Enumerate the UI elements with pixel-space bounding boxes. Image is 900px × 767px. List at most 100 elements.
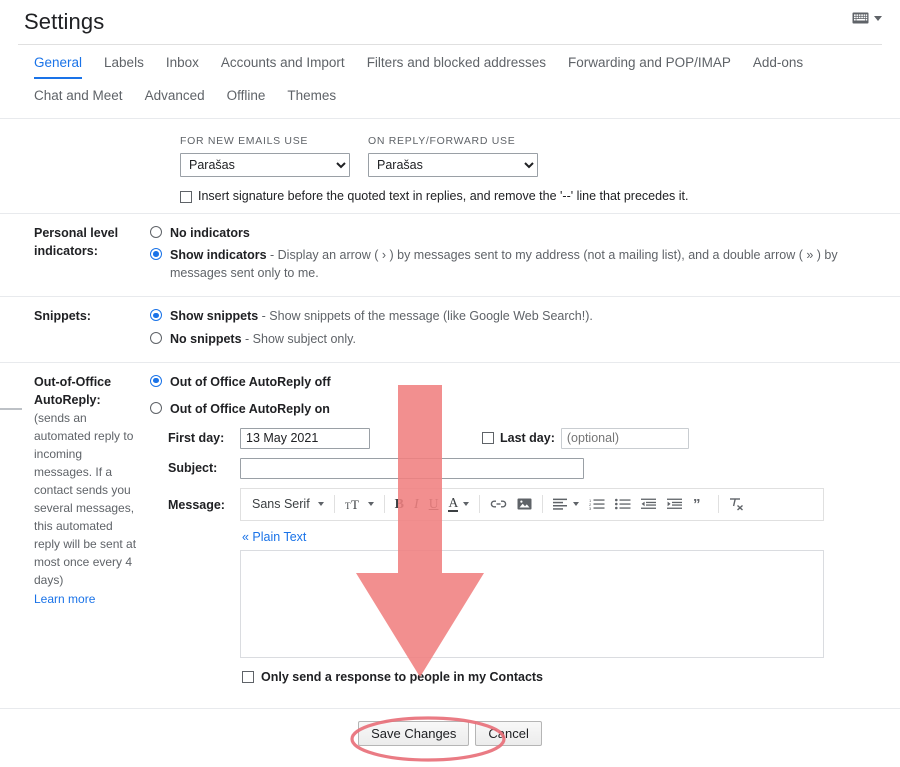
snippets-show-radio[interactable] [150,309,162,322]
form-actions: Save Changes Cancel [0,708,900,747]
tab-themes[interactable]: Themes [287,88,336,112]
personal-indicators-show-radio[interactable] [150,248,162,261]
toolbar-divider [479,495,481,514]
personal-indicators-none-radio[interactable] [150,226,162,238]
only-contacts-row: Only send a response to people in my Con… [240,658,880,699]
signature-insert-before-quoted-label: Insert signature before the quoted text … [198,189,689,203]
tab-add-ons[interactable]: Add-ons [753,55,803,79]
settings-tabs: General Labels Inbox Accounts and Import… [0,45,900,112]
message-editor: Sans Serif TT B I U A 1 2 3 ” « Plain Te… [240,487,880,699]
tab-labels[interactable]: Labels [104,55,144,79]
numbered-list-icon[interactable]: 123 [584,491,610,517]
indent-more-icon[interactable] [662,491,688,517]
signature-reply-forward-caption: ON REPLY/FORWARD USE [368,135,516,147]
snippets-none-radio[interactable] [150,331,162,344]
out-of-office-message-row: Message: Sans Serif TT B I U A 1 2 3 ” «… [150,487,880,699]
toolbar-divider [718,495,720,514]
out-of-office-off-label: Out of Office AutoReply off [170,374,331,389]
signature-new-emails-caption: FOR NEW EMAILS USE [180,135,309,147]
out-of-office-on-radio[interactable] [150,401,162,414]
underline-icon[interactable]: U [424,491,444,517]
last-day-input[interactable] [560,427,689,449]
subject-label: Subject: [168,461,218,475]
out-of-office-section: Out-of-Office AutoReply: (sends an autom… [0,363,900,709]
tab-general[interactable]: General [34,55,83,79]
link-icon[interactable] [485,491,512,517]
save-changes-button[interactable]: Save Changes [358,721,470,747]
snippets-option-none[interactable]: No snippets - Show subject only. [150,330,880,348]
bold-icon[interactable]: B [390,491,409,517]
align-icon[interactable] [548,491,584,517]
toolbar-divider [542,495,544,514]
out-of-office-on-label: Out of Office AutoReply on [170,401,330,416]
signature-reply-forward: ON REPLY/FORWARD USE Parašas [368,135,538,177]
signature-insert-before-quoted-row: Insert signature before the quoted text … [180,189,880,203]
italic-icon[interactable]: I [409,491,424,517]
personal-indicators-option-show[interactable]: Show indicators - Display an arrow ( › )… [150,246,880,282]
snippets-section: Snippets: Show snippets - Show snippets … [0,297,900,363]
out-of-office-label-col: Out-of-Office AutoReply: (sends an autom… [0,363,150,709]
header-actions [852,12,882,24]
signature-section: FOR NEW EMAILS USE Parašas ON REPLY/FORW… [0,119,900,214]
bulleted-list-icon[interactable] [610,491,636,517]
first-day-input[interactable] [240,427,370,449]
chevron-down-icon[interactable] [874,15,882,21]
cancel-button[interactable]: Cancel [475,721,542,747]
out-of-office-dates-row: First day: Last day: [150,427,880,449]
message-label: Message: [168,497,225,512]
toolbar-divider [383,495,385,514]
svg-text:”: ” [693,498,701,510]
personal-level-indicators-section: Personal level indicators: No indicators… [0,214,900,298]
out-of-office-option-off[interactable]: Out of Office AutoReply off [150,373,880,391]
text-color-icon[interactable]: A [443,491,474,517]
plain-text-link[interactable]: « Plain Text [242,528,880,547]
tab-forwarding-and-pop-imap[interactable]: Forwarding and POP/IMAP [568,55,731,79]
out-of-office-description: (sends an automated reply to incoming me… [34,410,137,587]
personal-level-indicators-label: Personal level indicators: [34,226,119,259]
signature-new-emails-select[interactable]: Parašas [180,153,350,177]
settings-page: Settings General Labels Inbox Accounts a… [0,0,900,767]
remove-formatting-icon[interactable] [724,491,749,517]
out-of-office-off-radio[interactable] [150,374,162,387]
only-contacts-label: Only send a response to people in my Con… [261,669,544,684]
personal-indicators-show-desc: - Display an arrow ( › ) by messages sen… [170,248,838,281]
scroll-indicator-stub [0,408,22,410]
signature-new-emails: FOR NEW EMAILS USE Parašas [180,135,350,177]
learn-more-link[interactable]: Learn more [34,591,95,608]
tab-accounts-and-import[interactable]: Accounts and Import [221,55,345,79]
tabs-row-secondary: Chat and Meet Advanced Offline Themes [34,79,900,112]
snippets-none-label: No snippets [170,331,242,346]
tab-filters-and-blocked-addresses[interactable]: Filters and blocked addresses [367,55,546,79]
message-body-input[interactable] [240,549,824,658]
svg-text:T: T [351,497,359,511]
quote-icon[interactable]: ” [688,491,713,517]
subject-input[interactable] [240,457,584,479]
signature-insert-before-quoted-checkbox[interactable] [180,191,192,203]
personal-indicators-option-none[interactable]: No indicators [150,224,880,242]
snippets-option-show[interactable]: Show snippets - Show snippets of the mes… [150,307,880,325]
chevron-down-icon [317,502,324,507]
only-contacts-checkbox[interactable] [242,671,254,683]
last-day-checkbox[interactable] [482,432,494,445]
font-family-dropdown[interactable]: Sans Serif [247,491,329,517]
last-day-group: Last day: [482,427,689,449]
snippets-show-desc: - Show snippets of the message (like Goo… [258,309,593,324]
indent-less-icon[interactable] [636,491,662,517]
keyboard-icon[interactable] [852,12,869,24]
first-day-label: First day: [168,431,225,445]
out-of-office-subject-row: Subject: [150,457,880,479]
personal-indicators-none-label: No indicators [170,226,250,240]
tab-inbox[interactable]: Inbox [166,55,199,79]
tab-advanced[interactable]: Advanced [145,88,205,112]
insert-image-icon[interactable] [512,491,537,517]
last-day-label: Last day: [500,431,555,445]
tab-offline[interactable]: Offline [227,88,266,112]
out-of-office-option-on[interactable]: Out of Office AutoReply on [150,400,880,418]
text-size-icon[interactable]: TT [340,491,379,517]
svg-text:3: 3 [589,506,592,510]
page-header: Settings [0,0,900,44]
tab-chat-and-meet[interactable]: Chat and Meet [34,88,123,112]
signature-reply-forward-select[interactable]: Parašas [368,153,538,177]
snippets-label: Snippets: [34,309,91,324]
snippets-none-desc: - Show subject only. [241,331,356,346]
